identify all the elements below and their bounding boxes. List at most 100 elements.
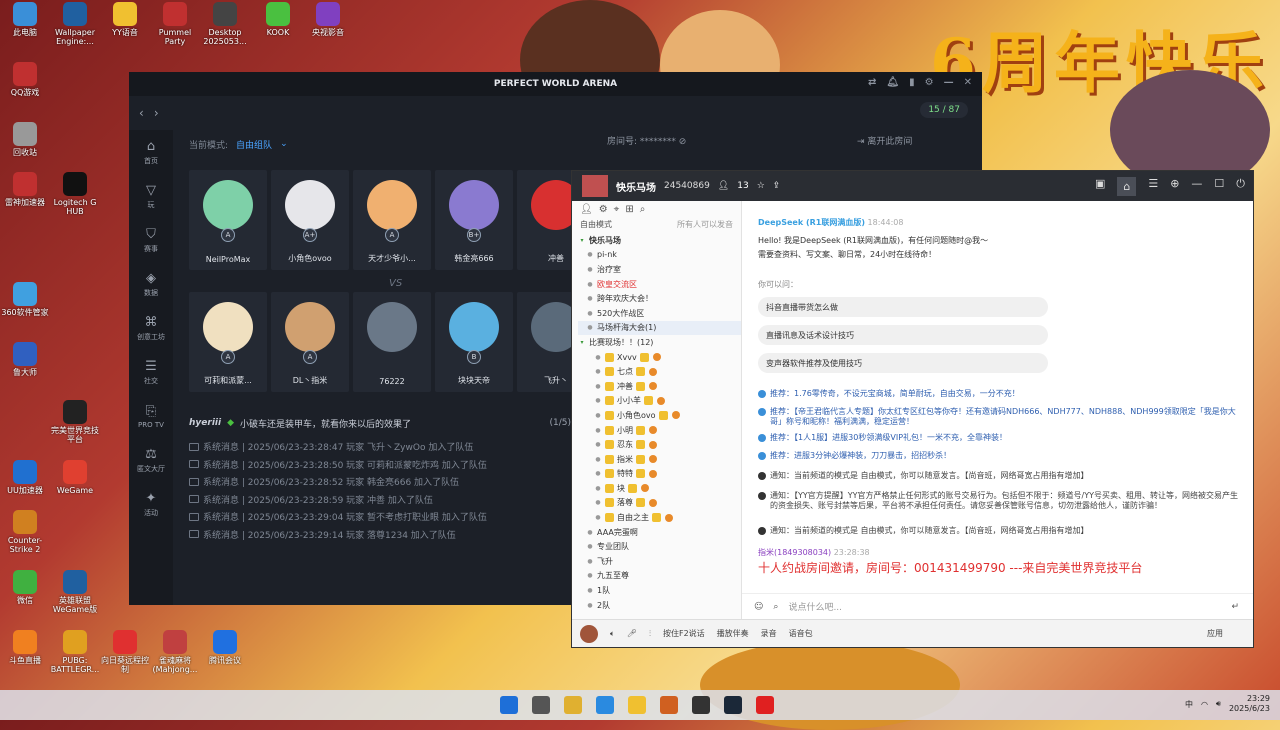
tree-item-user[interactable]: ● 小小羊 bbox=[578, 394, 741, 409]
speaker-icon[interactable]: 🔈︎ bbox=[610, 629, 615, 639]
desktop-icon[interactable]: WeGame bbox=[50, 460, 100, 495]
grid-icon[interactable]: ⊞ bbox=[625, 204, 633, 216]
tree-item-sel[interactable]: ● 马场杆海大会(1) bbox=[578, 320, 741, 336]
desktop-icon[interactable]: Logitech G HUB bbox=[50, 172, 100, 216]
tree-item-user[interactable]: ● 小明 bbox=[578, 423, 741, 438]
settings-icon[interactable]: ⚙ bbox=[599, 204, 608, 216]
tree-item-user[interactable]: ● 自由之主 bbox=[578, 510, 741, 525]
tree-item-user[interactable]: ● 七点 bbox=[578, 364, 741, 379]
chat-input[interactable]: 说点什么吧... bbox=[788, 600, 842, 613]
desktop-icon[interactable]: 向日葵远程控制 bbox=[100, 630, 150, 674]
player-card[interactable]: B 块块天帝 bbox=[435, 292, 513, 392]
desktop-icon[interactable]: Wallpaper Engine:... bbox=[50, 2, 100, 46]
desktop-icon[interactable]: 央视影音 bbox=[303, 2, 353, 37]
gamepad-icon[interactable]: ⊕ bbox=[1170, 177, 1179, 196]
sidebar-item[interactable]: ⌘ 创意工坊 bbox=[129, 306, 173, 350]
forward-icon[interactable]: › bbox=[154, 106, 159, 120]
desktop-icon[interactable]: 斗鱼直播 bbox=[0, 630, 50, 665]
start-icon[interactable] bbox=[500, 696, 518, 714]
desktop-icon[interactable]: 雀魂麻将 (Mahjong... bbox=[150, 630, 200, 674]
pwa-icon[interactable] bbox=[692, 696, 710, 714]
emoji-icon[interactable]: ☺ bbox=[754, 602, 763, 612]
tree-item-user[interactable]: ● 冲善 bbox=[578, 379, 741, 394]
yy-icon[interactable] bbox=[628, 696, 646, 714]
accompany-button[interactable]: 播放伴奏 bbox=[717, 628, 749, 639]
tree-item-ch[interactable]: ● 欧皇交流区 bbox=[578, 277, 741, 292]
eye-icon[interactable]: ⊘ bbox=[679, 137, 687, 147]
suggestion-pill[interactable]: 抖音直播带货怎么做 bbox=[758, 297, 1048, 317]
volume-icon[interactable]: 🔊︎ bbox=[1216, 699, 1221, 709]
signal-icon[interactable]: ▮ bbox=[909, 77, 915, 88]
tree-item-grp[interactable]: ▾ 比赛现场！！(12) bbox=[578, 335, 741, 350]
wifi-icon[interactable]: ◠ bbox=[1201, 700, 1208, 709]
tree-item-ch[interactable]: ● 跨年欢庆大会！ bbox=[578, 291, 741, 306]
desktop-icon[interactable]: 英雄联盟WeGame版 bbox=[50, 570, 100, 614]
sidebar-item[interactable]: ◈ 数据 bbox=[129, 262, 173, 306]
desktop-icon[interactable]: KOOK bbox=[253, 2, 303, 37]
player-card[interactable]: A NeilProMax bbox=[189, 170, 267, 270]
ime-icon[interactable]: 中 bbox=[1185, 699, 1193, 710]
desktop-icon[interactable]: 回收站 bbox=[0, 122, 50, 157]
bell-icon[interactable]: 🔔︎ bbox=[886, 77, 899, 88]
sidebar-item[interactable]: ⚖ 匿文大厅 bbox=[129, 438, 173, 482]
suggestion-pill[interactable]: 变声器软件推荐及使用技巧 bbox=[758, 353, 1048, 373]
power-icon[interactable]: ⏻ bbox=[1236, 177, 1245, 196]
desktop-icon[interactable]: PUBG: BATTLEGR... bbox=[50, 630, 100, 674]
send-icon[interactable]: ↵ bbox=[1231, 602, 1239, 612]
tree-item-user[interactable]: ● Xvvv bbox=[578, 350, 741, 365]
star-icon[interactable]: ☆ bbox=[757, 181, 765, 191]
mode-select[interactable]: 自由组队 bbox=[236, 138, 272, 151]
record-button[interactable]: 录音 bbox=[761, 628, 777, 639]
desktop-icon[interactable]: UU加速器 bbox=[0, 460, 50, 495]
pin-icon[interactable]: ⌖ bbox=[614, 204, 620, 216]
tree-item-ch[interactable]: ● 2队 bbox=[578, 598, 741, 613]
player-card[interactable]: 76222 bbox=[353, 292, 431, 392]
minimize-icon[interactable]: — bbox=[1191, 177, 1202, 196]
apps-button[interactable]: 应用 bbox=[1207, 628, 1223, 639]
desktop-icon[interactable]: YY语音 bbox=[100, 2, 150, 37]
avatar[interactable] bbox=[580, 624, 598, 643]
video-icon[interactable]: ▣ bbox=[1095, 177, 1105, 196]
sidebar-item[interactable]: ▽ 玩 bbox=[129, 174, 173, 218]
settings-icon[interactable]: ⚙ bbox=[925, 77, 934, 88]
close-icon[interactable]: ✕ bbox=[964, 77, 972, 88]
sidebar-item[interactable]: ✦ 活动 bbox=[129, 482, 173, 526]
browser-icon[interactable] bbox=[596, 696, 614, 714]
desktop-icon[interactable]: Pummel Party bbox=[150, 2, 200, 46]
list-icon[interactable]: ☰ bbox=[1148, 177, 1158, 196]
home-icon[interactable]: ⌂ bbox=[1117, 176, 1137, 196]
tree-item-ch[interactable]: ● 飞升 bbox=[578, 554, 741, 569]
tree-item-user[interactable]: ● 指米 bbox=[578, 452, 741, 467]
tree-item-user[interactable]: ● 小角色ovo bbox=[578, 408, 741, 423]
steam-icon[interactable] bbox=[724, 696, 742, 714]
desktop-icon[interactable]: 腾讯会议 bbox=[200, 630, 250, 665]
tree-item-ch[interactable]: ● 1队 bbox=[578, 583, 741, 598]
tree-item-user[interactable]: ● 忍东 bbox=[578, 437, 741, 452]
sidebar-item[interactable]: ☰ 社交 bbox=[129, 350, 173, 394]
chevron-down-icon[interactable]: ⌄ bbox=[280, 139, 288, 149]
desktop-icon[interactable]: 雷神加速器 bbox=[0, 172, 50, 207]
tree-item-ch[interactable]: ● 治疗室 bbox=[578, 262, 741, 277]
ptt-button[interactable]: 按住F2说话 bbox=[663, 628, 705, 639]
tree-item-ch[interactable]: ● pi-nk bbox=[578, 248, 741, 263]
leave-room-button[interactable]: ⇥ 离开此房间 bbox=[857, 134, 912, 147]
suggestion-pill[interactable]: 直播讯息及话术设计技巧 bbox=[758, 325, 1048, 345]
netease-icon[interactable] bbox=[756, 696, 774, 714]
player-card[interactable]: A 可莉和派蒙... bbox=[189, 292, 267, 392]
tree-item-user[interactable]: ● 块 bbox=[578, 481, 741, 496]
swap-icon[interactable]: ⇄ bbox=[868, 77, 876, 88]
bot-name[interactable]: DeepSeek (R1联网满血版) bbox=[758, 218, 865, 227]
desktop-icon[interactable]: 360软件管家 bbox=[0, 282, 50, 317]
sidebar-item[interactable]: ⌂ 首页 bbox=[129, 130, 173, 174]
desktop-icon[interactable]: 完美世界竞技平台 bbox=[50, 400, 100, 444]
desktop-icon[interactable]: 鲁大师 bbox=[0, 342, 50, 377]
tree-item-ch[interactable]: ● 专业团队 bbox=[578, 539, 741, 554]
desktop-icon[interactable]: Desktop 2025053... bbox=[200, 2, 250, 46]
player-card[interactable]: A DL丶指米 bbox=[271, 292, 349, 392]
tree-item-root[interactable]: ▾ 快乐马场 bbox=[578, 233, 741, 248]
user-icon[interactable]: 👤︎ bbox=[580, 204, 593, 216]
invite-message[interactable]: 十人约战房间邀请，房间号：001431499790 ---来自完美世界竞技平台 bbox=[758, 559, 1142, 576]
tree-item-user[interactable]: ● 特特 bbox=[578, 467, 741, 482]
desktop-icon[interactable]: 此电脑 bbox=[0, 2, 50, 37]
sidebar-item[interactable]: ⎘ PRO TV bbox=[129, 394, 173, 438]
